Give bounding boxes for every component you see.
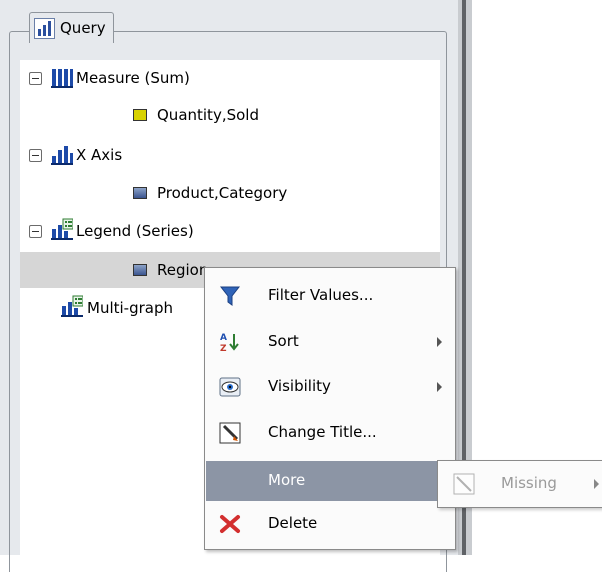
collapse-icon[interactable]	[29, 225, 42, 238]
submenu-arrow-icon	[437, 382, 442, 392]
collapse-icon[interactable]	[29, 72, 42, 85]
menu-item-visibility[interactable]: Visibility	[206, 367, 454, 407]
sort-icon: A Z	[220, 333, 239, 353]
tree-node-label: X Axis	[76, 146, 123, 164]
legend-icon	[51, 218, 73, 240]
menu-item-change-title[interactable]: Change Title...	[206, 413, 454, 453]
field-icon	[133, 187, 147, 199]
collapse-icon[interactable]	[29, 149, 42, 162]
menu-item-label: Sort	[268, 332, 299, 350]
chart-icon	[34, 17, 55, 39]
tree-node-label: Product,Category	[157, 184, 288, 202]
query-tab-label: Query	[60, 19, 106, 37]
rename-icon	[219, 422, 241, 444]
svg-text:A: A	[220, 333, 227, 343]
tree-node-label: Legend (Series)	[76, 222, 194, 240]
field-icon	[133, 264, 147, 276]
more-submenu: Missing	[437, 460, 602, 508]
menu-item-filter-values[interactable]: Filter Values...	[206, 276, 454, 316]
field-icon	[133, 109, 147, 121]
menu-item-label: Missing	[501, 474, 557, 492]
filter-icon	[219, 286, 241, 306]
delete-icon	[220, 515, 240, 533]
menu-item-sort[interactable]: A Z Sort	[206, 322, 454, 362]
tree-node-label: Multi-graph	[87, 299, 173, 317]
measure-icon	[51, 69, 73, 88]
tree-node-label: Measure (Sum)	[76, 69, 190, 87]
xaxis-icon	[51, 146, 73, 165]
tree-node-xaxis[interactable]: X Axis	[20, 137, 440, 173]
menu-item-label: More	[268, 471, 306, 489]
tree-node-measure[interactable]: Measure (Sum)	[20, 60, 440, 96]
tree-node-label: Region	[157, 261, 209, 279]
svg-text:Z: Z	[220, 344, 227, 353]
menu-item-label: Change Title...	[268, 423, 377, 441]
menu-item-delete[interactable]: Delete	[206, 504, 454, 544]
tree-node-label: Quantity,Sold	[157, 106, 259, 124]
submenu-arrow-icon	[437, 337, 442, 347]
tree-node-quantity-sold[interactable]: Quantity,Sold	[20, 97, 440, 133]
missing-icon	[453, 473, 475, 495]
tree-node-product-category[interactable]: Product,Category	[20, 175, 440, 211]
submenu-arrow-icon	[594, 479, 599, 489]
menu-item-more[interactable]: More	[206, 461, 454, 501]
submenu-item-missing[interactable]: Missing	[439, 462, 602, 506]
tree-node-legend[interactable]: Legend (Series)	[20, 213, 440, 249]
multigraph-icon	[61, 295, 83, 317]
menu-item-label: Visibility	[268, 377, 331, 395]
menu-item-label: Delete	[268, 514, 318, 532]
menu-item-label: Filter Values...	[268, 286, 374, 304]
query-tab[interactable]: Query	[29, 12, 114, 43]
eye-icon	[219, 377, 241, 397]
context-menu: Filter Values... A Z Sort Visibility Cha…	[204, 267, 456, 550]
